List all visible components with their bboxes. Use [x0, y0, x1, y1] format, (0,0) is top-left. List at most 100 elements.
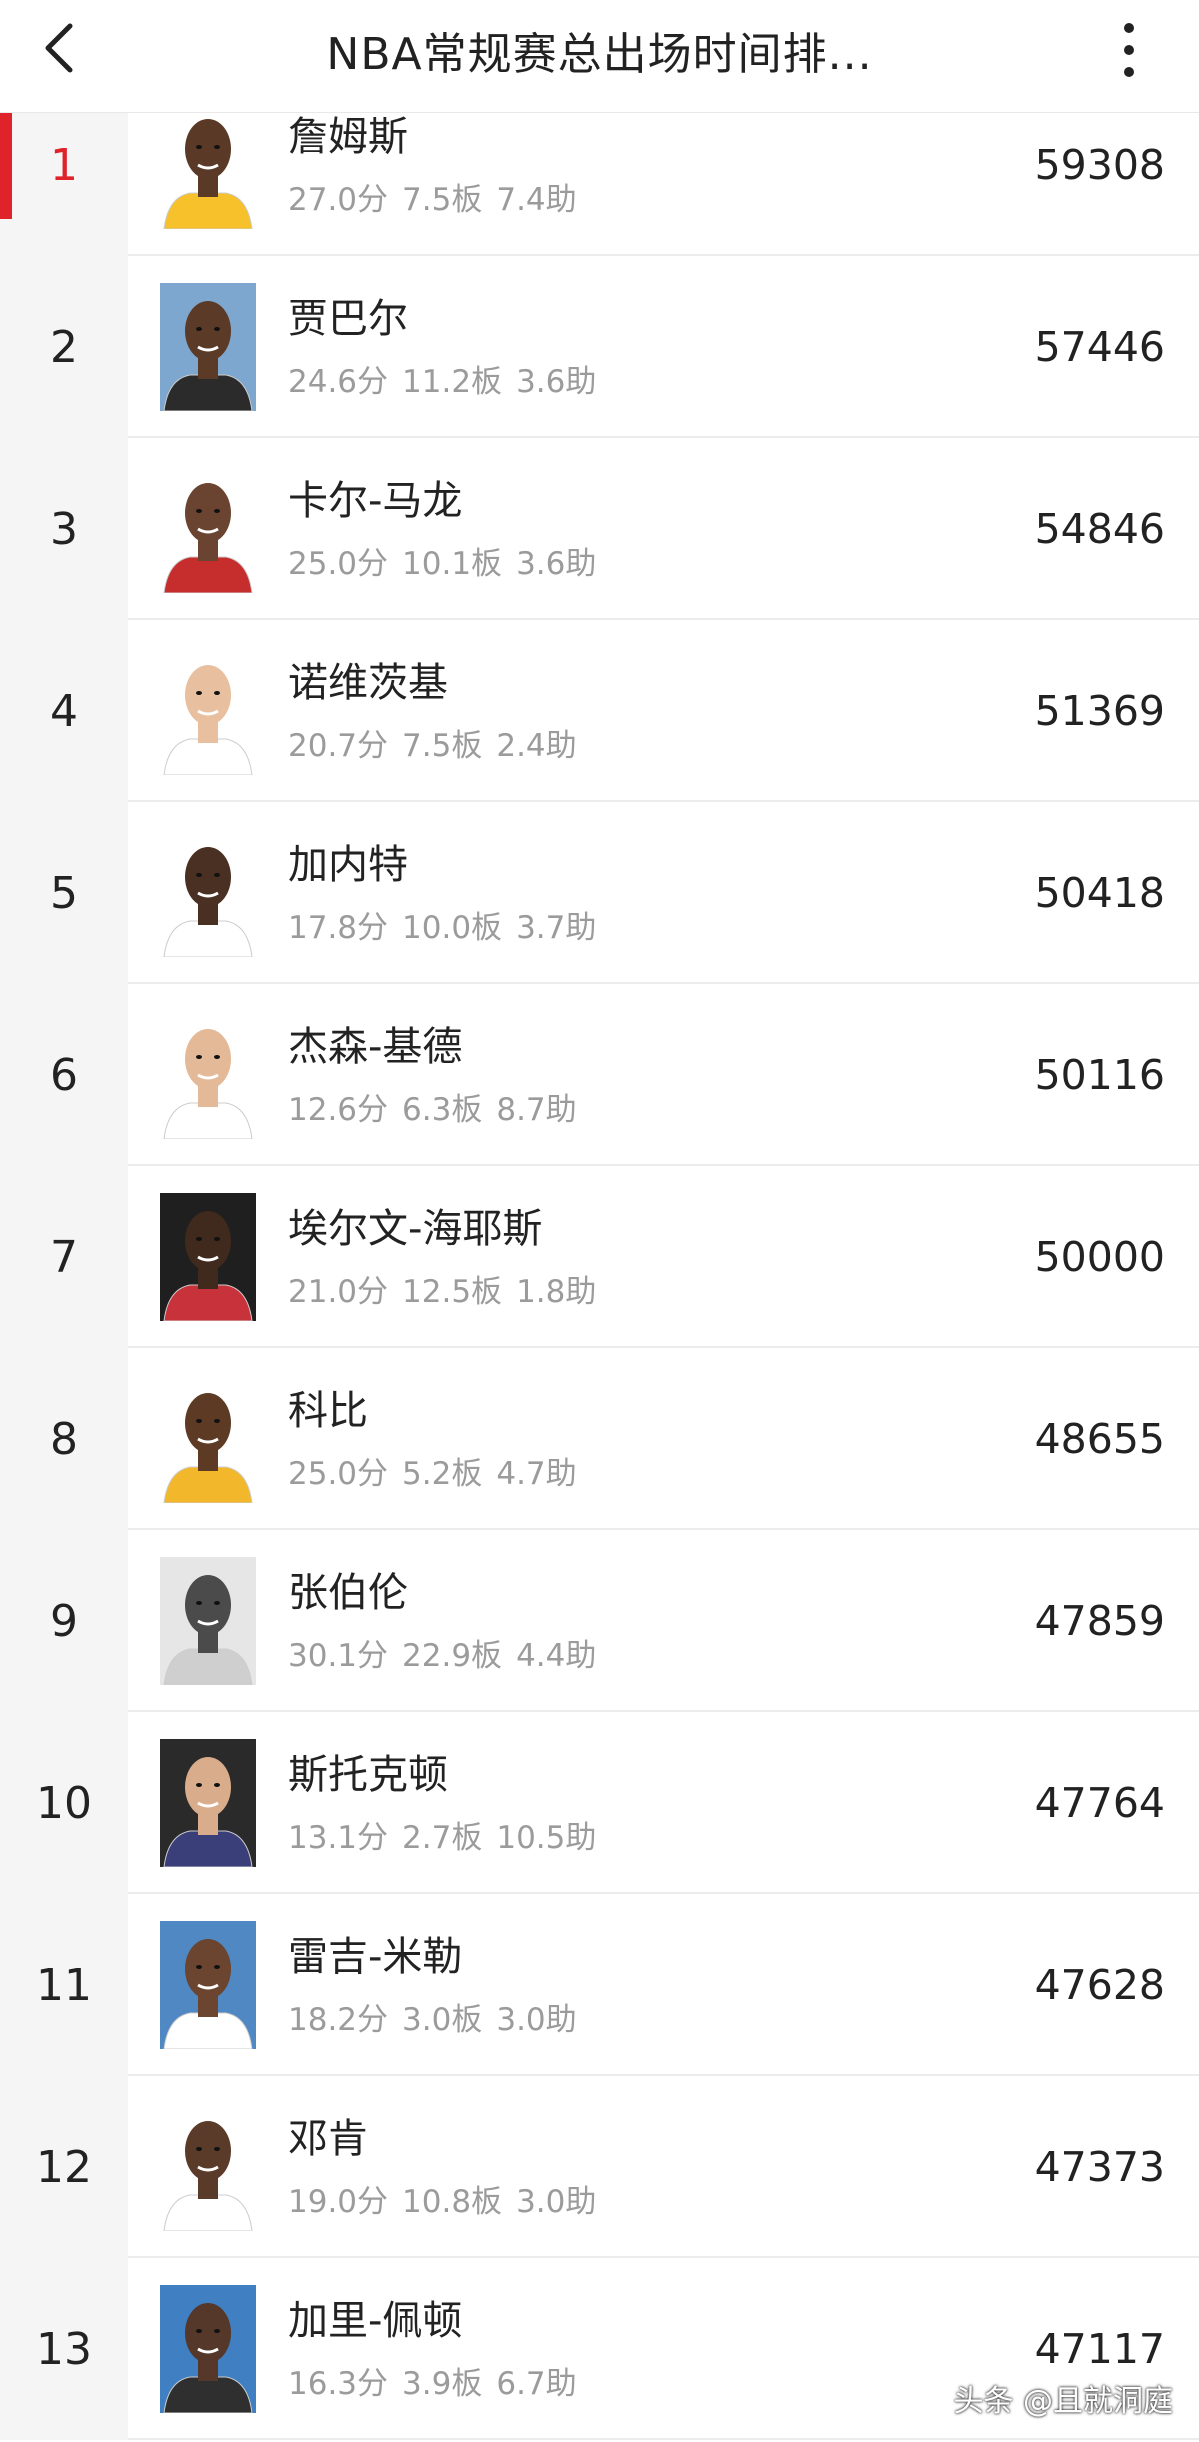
stat-reb: 12.5板 — [402, 1274, 503, 1310]
stat-ast: 3.0助 — [516, 2184, 597, 2220]
stat-ast: 10.5助 — [496, 1820, 597, 1856]
ranking-row[interactable]: 1 詹姆斯 27.0分 7.5板 7.4助 59308 — [0, 113, 1199, 256]
chevron-left-icon — [45, 23, 73, 73]
player-avatar — [160, 647, 256, 775]
back-button[interactable] — [30, 18, 90, 78]
stat-ast: 3.0助 — [496, 2002, 577, 2038]
player-stats: 12.6分 6.3板 8.7助 — [288, 1084, 591, 1129]
total-minutes: 57446 — [1034, 323, 1165, 371]
stat-ast: 1.8助 — [516, 1274, 597, 1310]
player-avatar — [160, 465, 256, 593]
active-indicator — [0, 113, 12, 219]
ranking-row[interactable]: 6 杰森-基德 12.6分 6.3板 8.7助 50116 — [0, 984, 1199, 1166]
player-avatar — [160, 1193, 256, 1321]
rank-number: 8 — [0, 1348, 128, 1530]
player-stats: 17.8分 10.0板 3.7助 — [288, 902, 610, 947]
total-minutes: 50000 — [1034, 1233, 1165, 1281]
stat-pts: 27.0分 — [288, 182, 389, 218]
page-title: NBA常规赛总出场时间排... — [326, 29, 873, 80]
stat-ast: 7.4助 — [496, 182, 577, 218]
total-minutes: 54846 — [1034, 505, 1165, 553]
player-avatar — [160, 1375, 256, 1503]
player-avatar — [160, 1011, 256, 1139]
more-options-button[interactable] — [1099, 18, 1159, 82]
stat-ast: 3.6助 — [516, 364, 597, 400]
player-stats: 21.0分 12.5板 1.8助 — [288, 1266, 610, 1311]
player-name: 加里-佩顿 — [288, 2298, 463, 2344]
player-name: 斯托克顿 — [288, 1752, 448, 1798]
stat-ast: 4.4助 — [516, 1638, 597, 1674]
player-avatar — [160, 2285, 256, 2413]
ranking-row[interactable]: 4 诺维茨基 20.7分 7.5板 2.4助 51369 — [0, 620, 1199, 802]
ranking-row[interactable]: 3 卡尔-马龙 25.0分 10.1板 3.6助 54846 — [0, 438, 1199, 620]
ranking-list: 1 詹姆斯 27.0分 7.5板 7.4助 59308 2 贾巴尔 24.6分 11.2板 3.6助… — [0, 113, 1199, 2442]
stat-pts: 13.1分 — [288, 1820, 389, 1856]
rank-number: 13 — [0, 2258, 128, 2440]
stat-reb: 22.9板 — [402, 1638, 503, 1674]
player-stats: 24.6分 11.2板 3.6助 — [288, 356, 610, 401]
total-minutes: 47628 — [1034, 1961, 1165, 2009]
stat-pts: 20.7分 — [288, 728, 389, 764]
stat-pts: 17.8分 — [288, 910, 389, 946]
player-name: 雷吉-米勒 — [288, 1934, 463, 1980]
rank-number: 3 — [0, 438, 128, 620]
ranking-row[interactable]: 7 埃尔文-海耶斯 21.0分 12.5板 1.8助 50000 — [0, 1166, 1199, 1348]
total-minutes: 50418 — [1034, 869, 1165, 917]
stat-reb: 6.3板 — [402, 1092, 483, 1128]
stat-reb: 7.5板 — [402, 728, 483, 764]
player-name: 邓肯 — [288, 2116, 368, 2162]
stat-ast: 3.7助 — [516, 910, 597, 946]
rank-number: 9 — [0, 1530, 128, 1712]
stat-pts: 18.2分 — [288, 2002, 389, 2038]
player-avatar — [160, 283, 256, 411]
player-name: 加内特 — [288, 842, 408, 888]
player-stats: 13.1分 2.7板 10.5助 — [288, 1812, 610, 1857]
ranking-row[interactable]: 9 张伯伦 30.1分 22.9板 4.4助 47859 — [0, 1530, 1199, 1712]
player-name: 诺维茨基 — [288, 660, 448, 706]
rank-number: 12 — [0, 2076, 128, 2258]
top-app-bar: NBA常规赛总出场时间排... — [0, 0, 1199, 113]
stat-reb: 5.2板 — [402, 1456, 483, 1492]
stat-pts: 12.6分 — [288, 1092, 389, 1128]
stat-ast: 8.7助 — [496, 1092, 577, 1128]
stat-pts: 21.0分 — [288, 1274, 389, 1310]
player-stats: 20.7分 7.5板 2.4助 — [288, 720, 591, 765]
stat-reb: 7.5板 — [402, 182, 483, 218]
watermark: 头条 @且就洞庭 — [953, 2384, 1173, 2419]
rank-number: 7 — [0, 1166, 128, 1348]
player-avatar — [160, 1739, 256, 1867]
total-minutes: 59308 — [1034, 141, 1165, 189]
row-divider — [128, 2438, 1199, 2440]
player-name: 贾巴尔 — [288, 296, 408, 342]
more-vertical-icon — [1124, 23, 1134, 77]
player-name: 卡尔-马龙 — [288, 478, 463, 524]
player-stats: 25.0分 5.2板 4.7助 — [288, 1448, 591, 1493]
ranking-row[interactable]: 12 邓肯 19.0分 10.8板 3.0助 47373 — [0, 2076, 1199, 2258]
player-name: 詹姆斯 — [288, 114, 408, 160]
rank-number: 1 — [0, 113, 128, 256]
rank-number: 5 — [0, 802, 128, 984]
stat-pts: 24.6分 — [288, 364, 389, 400]
ranking-row[interactable]: 10 斯托克顿 13.1分 2.7板 10.5助 47764 — [0, 1712, 1199, 1894]
ranking-row[interactable]: 8 科比 25.0分 5.2板 4.7助 48655 — [0, 1348, 1199, 1530]
player-avatar — [160, 113, 256, 229]
stat-ast: 6.7助 — [496, 2366, 577, 2402]
rank-number: 10 — [0, 1712, 128, 1894]
stat-reb: 2.7板 — [402, 1820, 483, 1856]
stat-reb: 11.2板 — [402, 364, 503, 400]
player-name: 张伯伦 — [288, 1570, 408, 1616]
total-minutes: 47764 — [1034, 1779, 1165, 1827]
total-minutes: 47859 — [1034, 1597, 1165, 1645]
ranking-row[interactable]: 11 雷吉-米勒 18.2分 3.0板 3.0助 47628 — [0, 1894, 1199, 2076]
player-stats: 19.0分 10.8板 3.0助 — [288, 2176, 610, 2221]
ranking-row[interactable]: 2 贾巴尔 24.6分 11.2板 3.6助 57446 — [0, 256, 1199, 438]
ranking-row[interactable]: 5 加内特 17.8分 10.0板 3.7助 50418 — [0, 802, 1199, 984]
player-stats: 30.1分 22.9板 4.4助 — [288, 1630, 610, 1675]
player-avatar — [160, 1921, 256, 2049]
rank-number: 6 — [0, 984, 128, 1166]
total-minutes: 47373 — [1034, 2143, 1165, 2191]
total-minutes: 50116 — [1034, 1051, 1165, 1099]
player-stats: 25.0分 10.1板 3.6助 — [288, 538, 610, 583]
rank-number: 2 — [0, 256, 128, 438]
stat-ast: 2.4助 — [496, 728, 577, 764]
